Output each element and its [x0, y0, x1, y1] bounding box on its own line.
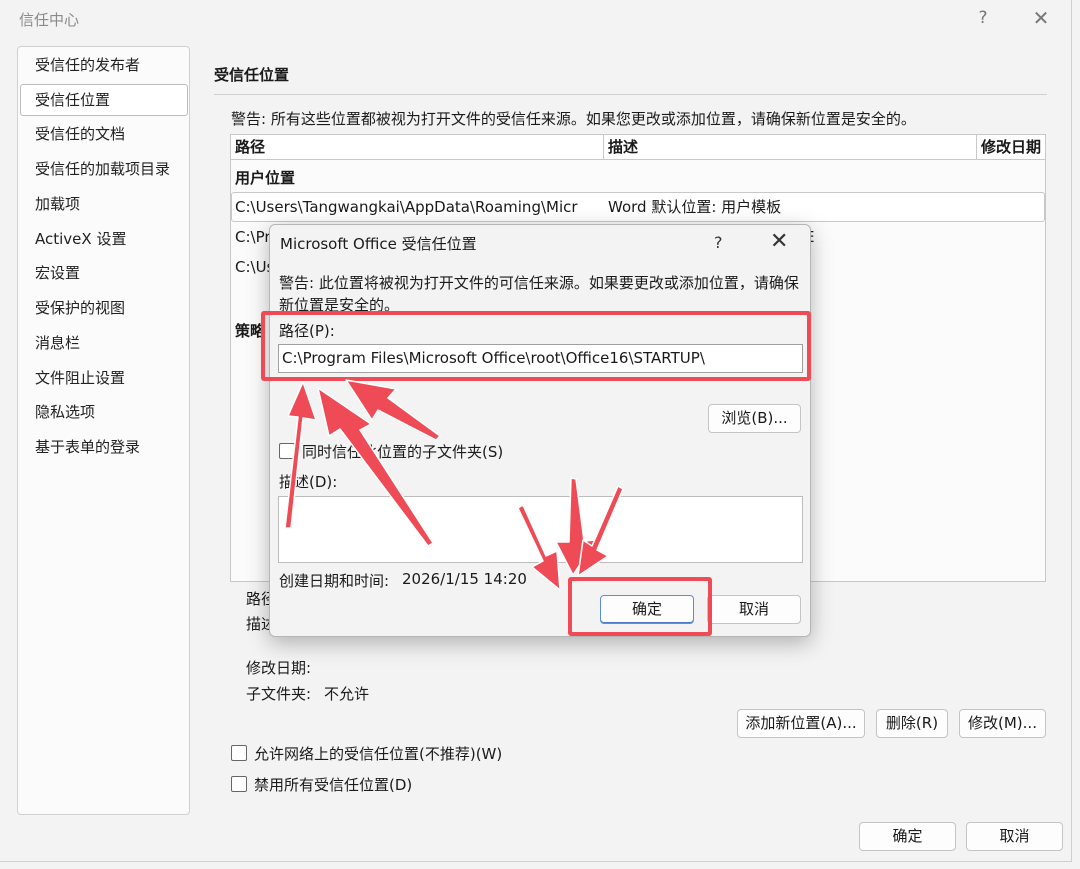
dialog-title: Microsoft Office 受信任位置 [280, 235, 477, 253]
column-header-path[interactable]: 路径 [231, 135, 604, 160]
detail-subfolder-label: 子文件夹: [246, 685, 312, 703]
help-icon[interactable]: ? [972, 8, 994, 28]
ok-highlight-box [568, 577, 712, 636]
detail-subfolder-value: 不允许 [324, 685, 370, 703]
sidebar-item-trusted-locations[interactable]: 受信任位置 [20, 84, 188, 116]
dialog-help-icon[interactable]: ? [714, 233, 723, 252]
allow-network-checkbox[interactable] [231, 745, 247, 761]
created-value: 2026/1/15 14:20 [402, 570, 527, 588]
detail-modified-label: 修改日期: [246, 659, 312, 677]
allow-network-label[interactable]: 允许网络上的受信任位置(不推荐)(W) [254, 743, 502, 764]
created-label: 创建日期和时间: [279, 572, 390, 590]
table-row[interactable]: C:\Users\Tangwangkai\AppData\Roaming\Mic… [231, 192, 1045, 222]
window-title: 信任中心 [19, 11, 80, 29]
sidebar-item-privacy[interactable]: 隐私选项 [20, 396, 188, 428]
description-input[interactable] [278, 496, 803, 563]
column-header-modified[interactable]: 修改日期 [977, 135, 1045, 160]
footer-ok-button[interactable]: 确定 [859, 822, 956, 851]
disable-all-label[interactable]: 禁用所有受信任位置(D) [254, 774, 412, 795]
disable-all-checkbox[interactable] [231, 776, 247, 792]
sidebar-item-form-login[interactable]: 基于表单的登录 [20, 431, 188, 463]
locations-warning: 警告: 所有这些位置都被视为打开文件的受信任来源。如果您更改或添加位置，请确保新… [231, 110, 916, 128]
row-path: C:\Users\Tangwangkai\AppData\Roaming\Mic… [235, 198, 578, 216]
sidebar-item-macros[interactable]: 宏设置 [20, 257, 188, 289]
remove-button[interactable]: 删除(R) [876, 709, 948, 738]
section-divider [214, 94, 1047, 95]
sidebar-item-protected-view[interactable]: 受保护的视图 [20, 292, 188, 324]
dialog-warning: 警告: 此位置将被视为打开文件的可信任来源。如果要更改或添加位置，请确保新位置是… [279, 274, 799, 314]
close-icon[interactable]: ✕ [1030, 8, 1052, 28]
trust-subfolders-checkbox[interactable] [279, 443, 295, 459]
path-highlight-box [261, 311, 811, 381]
column-header-description[interactable]: 描述 [604, 135, 977, 160]
sidebar-item-activex[interactable]: ActiveX 设置 [20, 223, 188, 255]
dialog-cancel-button[interactable]: 取消 [707, 595, 801, 624]
description-label: 描述(D): [279, 473, 338, 491]
sidebar-item-addins[interactable]: 加载项 [20, 188, 188, 220]
sidebar-item-trusted-publishers[interactable]: 受信任的发布者 [20, 49, 188, 81]
sidebar: 受信任的发布者 受信任位置 受信任的文档 受信任的加载项目录 加载项 Activ… [17, 46, 190, 815]
browse-button[interactable]: 浏览(B)... [708, 404, 801, 433]
sidebar-item-trusted-addin-catalogs[interactable]: 受信任的加载项目录 [20, 153, 188, 185]
group-user-locations: 用户位置 [235, 169, 296, 187]
footer-cancel-button[interactable]: 取消 [966, 822, 1063, 851]
trust-subfolders-label[interactable]: 同时信任此位置的子文件夹(S) [302, 441, 503, 462]
modify-button[interactable]: 修改(M)... [959, 709, 1046, 738]
sidebar-item-trusted-documents[interactable]: 受信任的文档 [20, 118, 188, 150]
sidebar-item-message-bar[interactable]: 消息栏 [20, 327, 188, 359]
row-description: Word 默认位置: 用户模板 [608, 198, 782, 216]
add-location-button[interactable]: 添加新位置(A)... [737, 709, 865, 738]
section-heading: 受信任位置 [214, 66, 290, 84]
dialog-close-icon[interactable]: ✕ [770, 229, 788, 254]
trusted-location-dialog: Microsoft Office 受信任位置 ? ✕ 警告: 此位置将被视为打开… [269, 224, 811, 637]
row-path: C:\Pr [235, 228, 271, 246]
sidebar-item-file-block[interactable]: 文件阻止设置 [20, 362, 188, 394]
